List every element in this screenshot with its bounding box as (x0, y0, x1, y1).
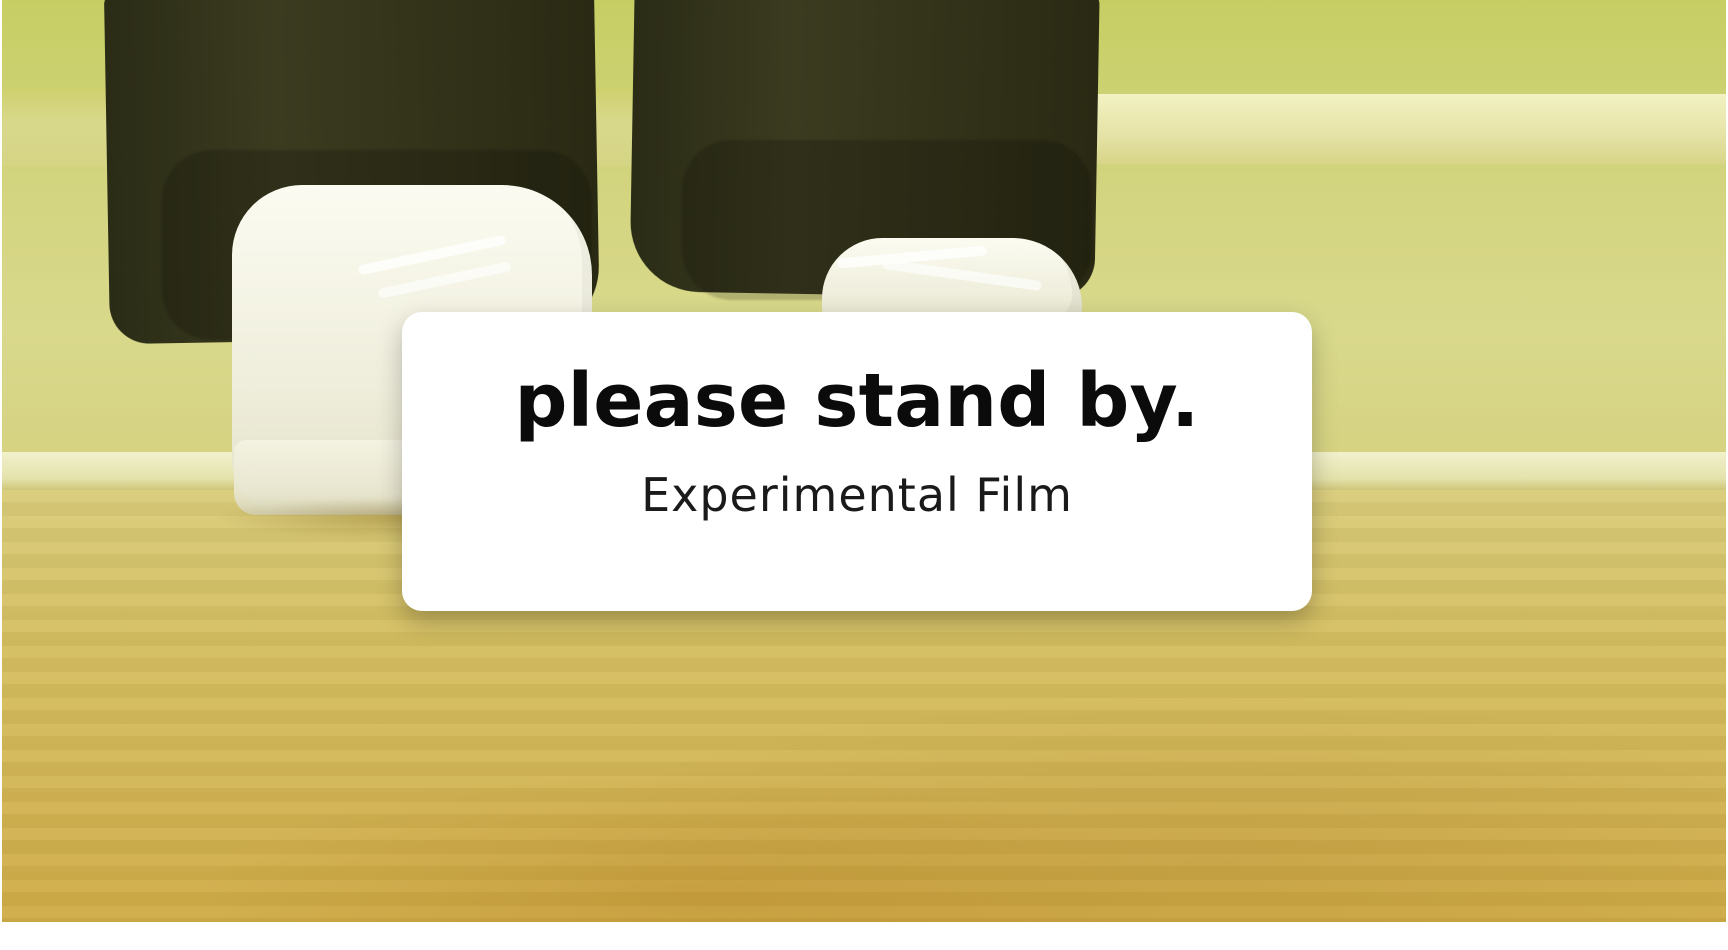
wall-stripe (1002, 94, 1726, 164)
title-card: please stand by. Experimental Film (402, 312, 1312, 611)
title-text: please stand by. (514, 358, 1200, 444)
video-frame: please stand by. Experimental Film (2, 0, 1726, 922)
subtitle-text: Experimental Film (641, 468, 1073, 522)
